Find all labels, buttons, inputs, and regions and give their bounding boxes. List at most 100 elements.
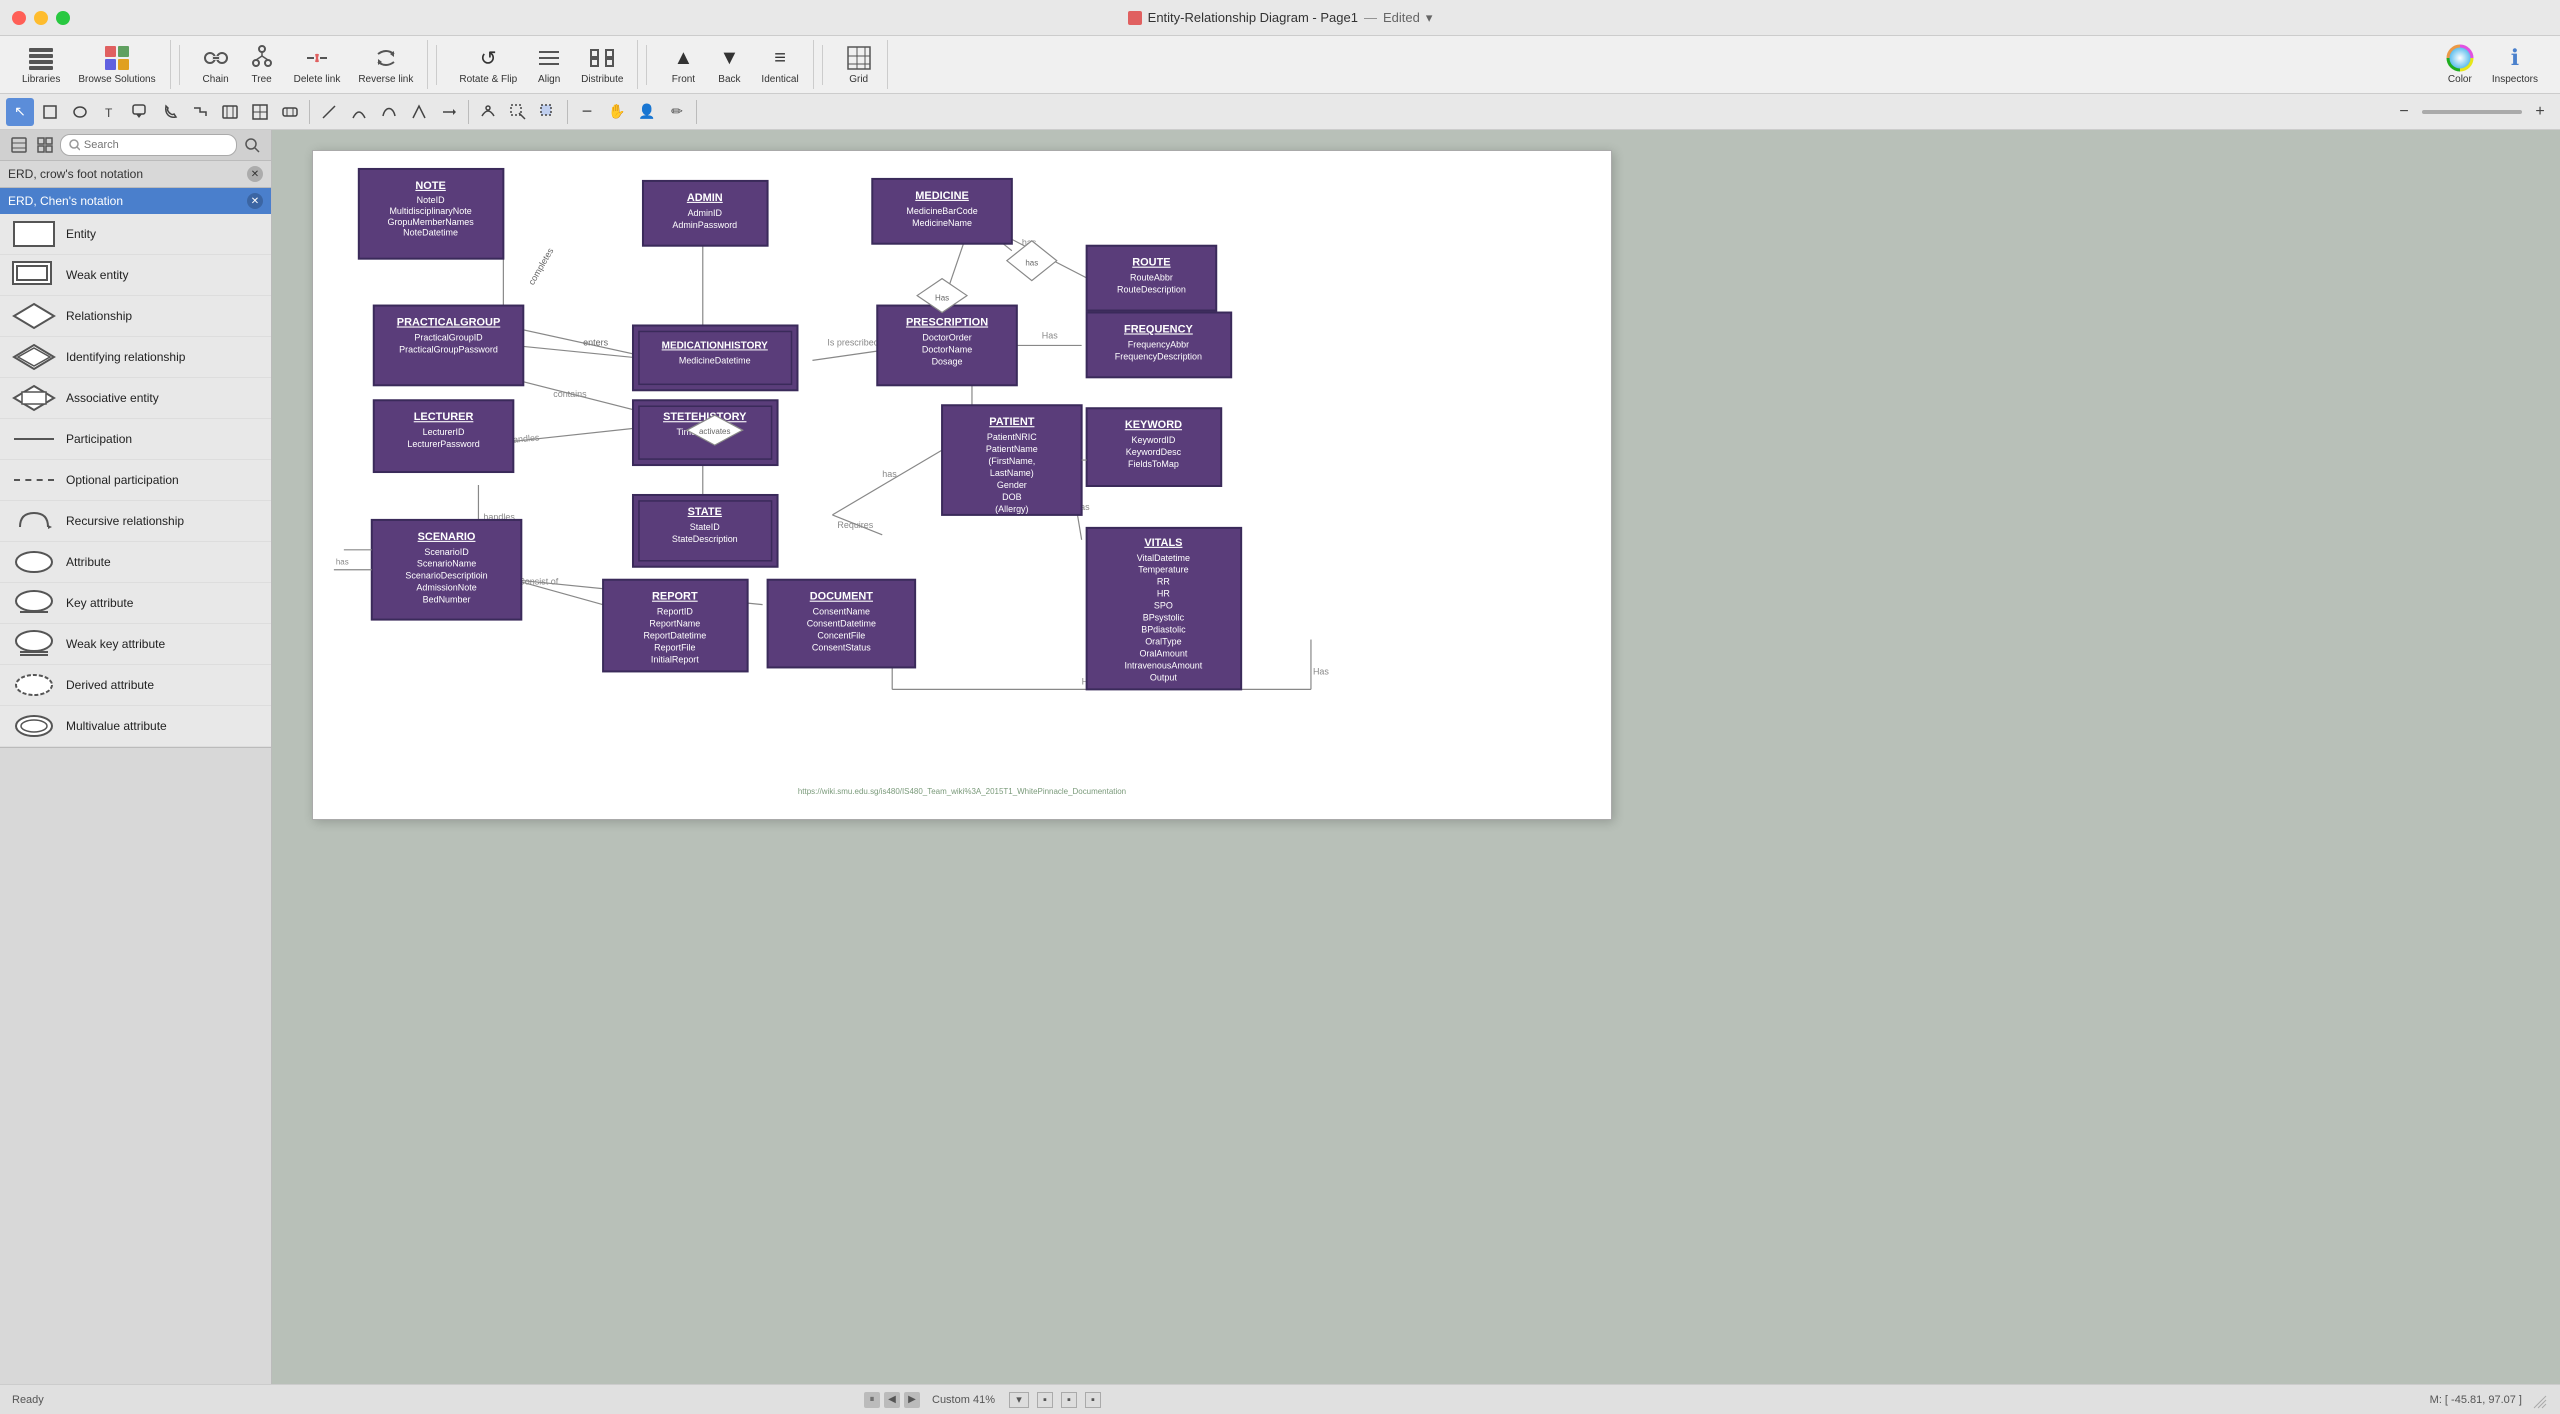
color-button[interactable]: Color (2438, 40, 2482, 89)
palette-item-identifying-rel[interactable]: Identifying relationship (0, 337, 271, 378)
step-tool[interactable] (186, 98, 214, 126)
identical-button[interactable]: ≡ Identical (753, 40, 806, 89)
svg-text:has: has (1025, 259, 1038, 268)
reverse-link-button[interactable]: Reverse link (350, 40, 421, 89)
palette-item-recursive-rel[interactable]: Recursive relationship (0, 501, 271, 542)
inspectors-button[interactable]: ℹ Inspectors (2484, 40, 2546, 89)
svg-text:ConsentDatetime: ConsentDatetime (807, 619, 876, 629)
svg-text:DoctorName: DoctorName (922, 344, 972, 354)
rect-tool[interactable] (36, 98, 64, 126)
svg-text:RouteDescription: RouteDescription (1117, 285, 1186, 295)
palette-item-participation[interactable]: Participation (0, 419, 271, 460)
back-button[interactable]: ▼ Back (707, 40, 751, 89)
palette-item-assoc-entity[interactable]: Associative entity (0, 378, 271, 419)
svg-text:NOTE: NOTE (415, 180, 445, 192)
zoom-plus-button[interactable]: + (2526, 98, 2554, 126)
grid-button[interactable]: Grid (837, 40, 881, 89)
zoom-mode-btn[interactable]: ▾ (1009, 1392, 1029, 1408)
grid-group: Grid (831, 40, 888, 89)
panel-list-icon[interactable] (8, 134, 30, 156)
svg-text:FREQUENCY: FREQUENCY (1124, 323, 1193, 335)
grid2-tool[interactable] (246, 98, 274, 126)
svg-text:Has: Has (935, 294, 949, 303)
browse-icon (103, 44, 131, 72)
palette-item-entity[interactable]: Entity (0, 214, 271, 255)
align-button[interactable]: Align (527, 40, 571, 89)
rotate-flip-button[interactable]: ↺ Rotate & Flip (451, 40, 525, 89)
library-header-crowfoot[interactable]: ERD, crow's foot notation ✕ (0, 161, 271, 187)
reverse-link-icon (372, 44, 400, 72)
svg-text:LastName): LastName) (990, 468, 1034, 478)
person-tool[interactable]: 👤 (633, 98, 661, 126)
view-mode-2[interactable]: ▪ (1061, 1392, 1077, 1408)
bezier-tool[interactable] (375, 98, 403, 126)
ellipse-tool[interactable] (66, 98, 94, 126)
front-button[interactable]: ▲ Front (661, 40, 705, 89)
svg-text:RouteAbbr: RouteAbbr (1130, 273, 1173, 283)
palette-item-multivalue-attribute[interactable]: Multivalue attribute (0, 706, 271, 747)
prev-page-button[interactable]: ◀ (884, 1392, 900, 1408)
curve-edit-tool[interactable] (474, 98, 502, 126)
palette-item-key-attribute[interactable]: Key attribute (0, 583, 271, 624)
process-tool[interactable] (276, 98, 304, 126)
document-icon (1128, 11, 1142, 25)
library-header-chen[interactable]: ERD, Chen's notation ✕ (0, 188, 271, 214)
multi-step-tool[interactable] (216, 98, 244, 126)
view-mode-1[interactable]: ▪ (1037, 1392, 1053, 1408)
svg-text:LecturerID: LecturerID (423, 427, 465, 437)
zoom-out-button[interactable]: − (573, 98, 601, 126)
tree-button[interactable]: Tree (240, 40, 284, 89)
weak-entity-shape (12, 261, 56, 289)
panel-grid-icon[interactable] (34, 134, 56, 156)
diagram-canvas[interactable]: completes enters Is prescribed has (312, 150, 1612, 820)
svg-text:MedicineBarCode: MedicineBarCode (906, 206, 977, 216)
chain-button[interactable]: Chain (194, 40, 238, 89)
palette-item-optional-participation[interactable]: Optional participation (0, 460, 271, 501)
svg-text:PracticalGroupID: PracticalGroupID (414, 332, 483, 342)
arc-tool[interactable] (345, 98, 373, 126)
canvas-area[interactable]: completes enters Is prescribed has (272, 130, 2560, 1384)
next-page-button[interactable]: ▶ (904, 1392, 920, 1408)
browse-solutions-button[interactable]: Browse Solutions (70, 40, 163, 89)
select-area-tool[interactable] (534, 98, 562, 126)
zoom-minus-button[interactable]: − (2390, 98, 2418, 126)
palette-item-weak-key-attribute[interactable]: Weak key attribute (0, 624, 271, 665)
view-mode-3[interactable]: ▪ (1085, 1392, 1101, 1408)
palette-item-weak-entity[interactable]: Weak entity (0, 255, 271, 296)
distribute-button[interactable]: Distribute (573, 40, 631, 89)
svg-text:ConsentStatus: ConsentStatus (812, 643, 871, 653)
phone-tool[interactable] (156, 98, 184, 126)
palette-item-relationship[interactable]: Relationship (0, 296, 271, 337)
search-submit-icon[interactable] (241, 134, 263, 156)
svg-text:AdminPassword: AdminPassword (672, 220, 737, 230)
search-input[interactable] (84, 139, 228, 151)
library-section-chen: ERD, Chen's notation ✕ Entity (0, 188, 271, 748)
svg-text:StateID: StateID (690, 522, 720, 532)
h-line-tool[interactable] (435, 98, 463, 126)
svg-text:LECTURER: LECTURER (414, 411, 474, 423)
minimize-button[interactable] (34, 11, 48, 25)
chain-group: Chain Tree (188, 40, 429, 89)
palette-item-attribute[interactable]: Attribute (0, 542, 271, 583)
library-close-crowfoot[interactable]: ✕ (247, 166, 263, 182)
window-controls[interactable] (12, 11, 70, 25)
zoom-slider[interactable] (2422, 110, 2522, 114)
v-line-tool[interactable] (405, 98, 433, 126)
close-button[interactable] (12, 11, 26, 25)
delete-link-button[interactable]: Delete link (286, 40, 349, 89)
zoom-in-rect-tool[interactable] (504, 98, 532, 126)
select-tool[interactable]: ↖ (6, 98, 34, 126)
pen-tool[interactable]: ✏ (663, 98, 691, 126)
palette-item-derived-attribute[interactable]: Derived attribute (0, 665, 271, 706)
library-close-chen[interactable]: ✕ (247, 193, 263, 209)
svg-text:MEDICATIONHISTORY: MEDICATIONHISTORY (662, 340, 769, 351)
text-tool[interactable]: T (96, 98, 124, 126)
svg-text:KeywordID: KeywordID (1131, 435, 1175, 445)
hand-tool[interactable]: ✋ (603, 98, 631, 126)
pause-button[interactable]: ⏸ (864, 1392, 880, 1408)
line-tool[interactable] (315, 98, 343, 126)
maximize-button[interactable] (56, 11, 70, 25)
callout-tool[interactable] (126, 98, 154, 126)
libraries-button[interactable]: Libraries (14, 40, 68, 89)
svg-text:PRESCRIPTION: PRESCRIPTION (906, 316, 988, 328)
